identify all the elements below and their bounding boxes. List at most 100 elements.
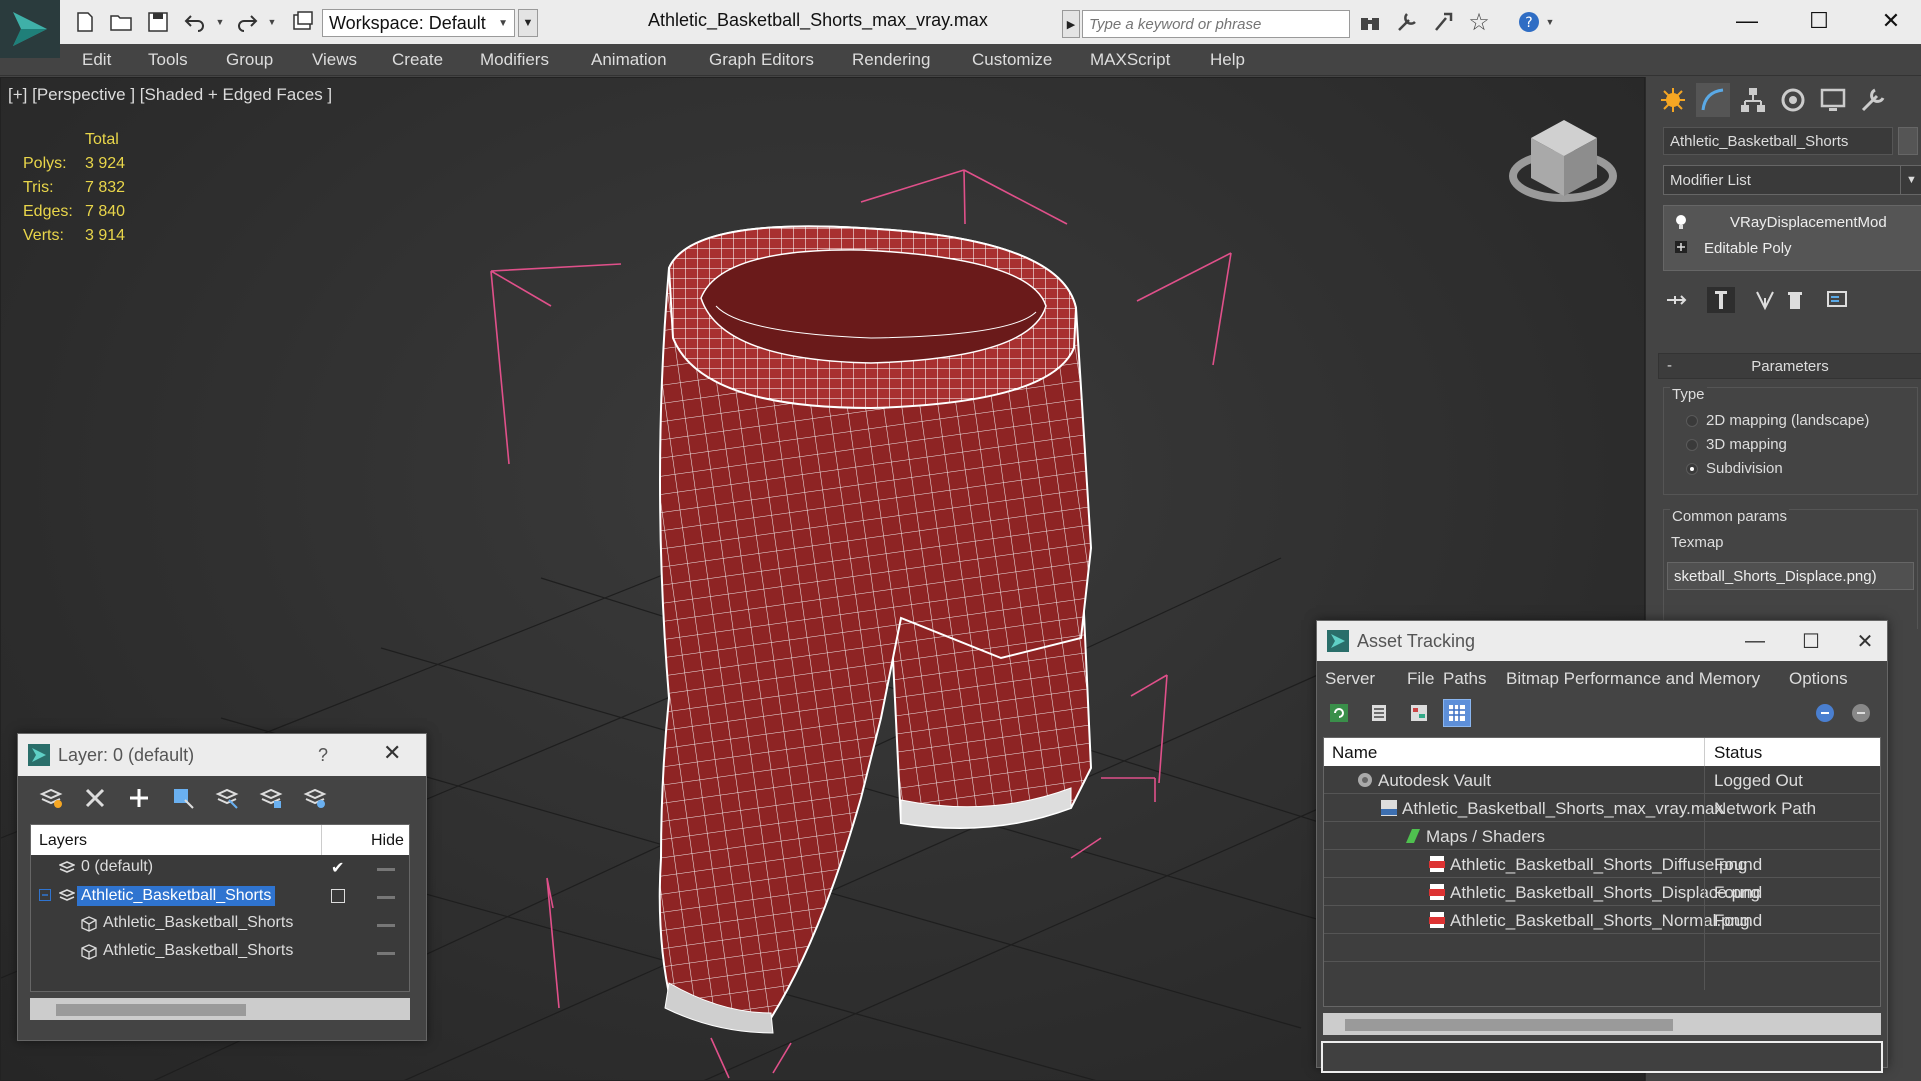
hide-toggle[interactable] <box>377 924 395 927</box>
new-file-icon[interactable] <box>72 9 98 35</box>
hide-all-layers-icon[interactable] <box>256 784 286 812</box>
motion-tab-icon[interactable] <box>1776 83 1810 117</box>
column-hide[interactable]: Hide <box>371 832 404 850</box>
hide-toggle[interactable] <box>377 896 395 899</box>
layer-row[interactable]: Athletic_Basketball_Shorts <box>31 939 409 967</box>
horizontal-scrollbar[interactable] <box>1323 1013 1881 1035</box>
column-name[interactable]: Name <box>1332 743 1377 763</box>
viewcube[interactable] <box>1509 120 1617 202</box>
freeze-all-layers-icon[interactable] <box>300 784 330 812</box>
menu-tools[interactable]: Tools <box>148 50 188 70</box>
collapse-minus-icon[interactable] <box>39 888 55 904</box>
menu-paths[interactable]: Paths <box>1443 669 1486 689</box>
delete-layer-icon[interactable] <box>80 784 110 812</box>
modifier-list-dropdown[interactable]: Modifier List ▼ <box>1663 165 1921 195</box>
redo-dropdown-icon[interactable]: ▼ <box>266 9 278 35</box>
hide-toggle[interactable] <box>377 952 395 955</box>
menu-graph-editors[interactable]: Graph Editors <box>709 50 814 70</box>
menu-animation[interactable]: Animation <box>591 50 667 70</box>
remove-modifier-icon[interactable] <box>1781 287 1809 313</box>
vault-login-icon[interactable] <box>1811 699 1839 727</box>
maximize-button[interactable]: ☐ <box>1794 4 1844 38</box>
menu-rendering[interactable]: Rendering <box>852 50 930 70</box>
project-folder-icon[interactable] <box>290 9 316 35</box>
asset-row[interactable]: Athletic_Basketball_Shorts_Diffuse.png F… <box>1324 850 1880 878</box>
search-expand-button[interactable]: ▶ <box>1062 10 1080 38</box>
scrollbar-thumb[interactable] <box>1345 1019 1673 1031</box>
display-tab-icon[interactable] <box>1816 83 1850 117</box>
star-icon[interactable]: ☆ <box>1466 9 1492 36</box>
undo-dropdown-icon[interactable]: ▼ <box>214 9 226 35</box>
list-view-icon[interactable] <box>1365 699 1393 727</box>
select-objects-icon[interactable] <box>168 784 198 812</box>
layer-row[interactable]: Athletic_Basketball_Shorts <box>31 911 409 939</box>
help-button[interactable]: ? <box>318 745 328 766</box>
scrollbar-thumb[interactable] <box>56 1004 246 1016</box>
menu-options[interactable]: Options <box>1789 669 1848 689</box>
show-end-result-icon[interactable] <box>1707 287 1735 313</box>
asset-row[interactable]: Maps / Shaders <box>1324 822 1880 850</box>
asset-row[interactable]: Athletic_Basketball_Shorts_Normal.png Fo… <box>1324 906 1880 934</box>
refresh-icon[interactable] <box>1325 699 1353 727</box>
key-icon[interactable] <box>1430 9 1456 35</box>
menu-help[interactable]: Help <box>1210 50 1245 70</box>
asset-row[interactable]: Autodesk Vault Logged Out <box>1324 766 1880 794</box>
vault-options-icon[interactable] <box>1847 699 1875 727</box>
maximize-button[interactable]: ☐ <box>1789 627 1833 655</box>
make-unique-icon[interactable] <box>1751 287 1779 313</box>
active-layer-check-icon[interactable]: ✔ <box>331 858 344 878</box>
set-active-checkbox[interactable] <box>331 889 345 903</box>
search-input[interactable] <box>1082 10 1350 38</box>
menu-modifiers[interactable]: Modifiers <box>480 50 549 70</box>
horizontal-scrollbar[interactable] <box>30 998 410 1020</box>
close-button[interactable]: ✕ <box>1866 4 1916 38</box>
column-divider[interactable] <box>1704 738 1705 766</box>
menu-server[interactable]: Server <box>1325 669 1375 689</box>
menu-bitmap-performance[interactable]: Bitmap Performance and Memory <box>1506 669 1760 689</box>
tools-icon[interactable] <box>1394 9 1420 35</box>
viewport-label[interactable]: [+] [Perspective ] [Shaded + Edged Faces… <box>8 85 332 105</box>
utilities-tab-icon[interactable] <box>1856 83 1890 117</box>
menu-maxscript[interactable]: MAXScript <box>1090 50 1170 70</box>
menu-views[interactable]: Views <box>312 50 357 70</box>
modifier-stack-item[interactable]: VRayDisplacementMod <box>1670 212 1916 234</box>
menu-group[interactable]: Group <box>226 50 273 70</box>
pin-stack-icon[interactable] <box>1663 287 1691 313</box>
column-divider[interactable] <box>321 825 322 855</box>
parameters-rollout-header[interactable]: - Parameters <box>1658 353 1921 379</box>
minimize-button[interactable]: — <box>1722 4 1772 38</box>
layer-row[interactable]: 0 (default) ✔ <box>31 855 409 883</box>
menu-edit[interactable]: Edit <box>82 50 111 70</box>
column-layers[interactable]: Layers <box>39 832 87 850</box>
help-icon[interactable]: ? <box>1516 9 1542 35</box>
create-tab-icon[interactable] <box>1656 83 1690 117</box>
help-dropdown-icon[interactable]: ▼ <box>1544 9 1556 35</box>
texmap-button[interactable]: sketball_Shorts_Displace.png) <box>1667 562 1914 590</box>
asset-tracking-titlebar[interactable]: Asset Tracking — ☐ ✕ <box>1317 621 1887 661</box>
close-button[interactable]: ✕ <box>383 740 401 766</box>
lightbulb-icon[interactable] <box>1674 214 1688 230</box>
radio-button[interactable] <box>1686 439 1698 451</box>
workspace-select[interactable]: Workspace: Default ▼ <box>322 9 515 37</box>
layer-window-titlebar[interactable]: Layer: 0 (default) ? ✕ <box>18 734 426 776</box>
open-folder-icon[interactable] <box>108 9 134 35</box>
hierarchy-tab-icon[interactable] <box>1736 83 1770 117</box>
menu-create[interactable]: Create <box>392 50 443 70</box>
save-icon[interactable] <box>145 9 171 35</box>
undo-icon[interactable] <box>182 9 208 35</box>
radio-button[interactable] <box>1686 463 1698 475</box>
highlight-layers-icon[interactable] <box>212 784 242 812</box>
workspace-menu-button[interactable]: ▼ <box>518 9 538 37</box>
column-status[interactable]: Status <box>1714 743 1762 763</box>
app-logo[interactable] <box>0 0 60 58</box>
modifier-stack-item[interactable]: Editable Poly <box>1670 238 1916 260</box>
menu-customize[interactable]: Customize <box>972 50 1052 70</box>
table-view-icon[interactable] <box>1443 699 1471 727</box>
add-to-layer-icon[interactable] <box>124 784 154 812</box>
asset-row[interactable]: Athletic_Basketball_Shorts_Displace.png … <box>1324 878 1880 906</box>
minimize-button[interactable]: — <box>1733 627 1777 655</box>
radio-button[interactable] <box>1686 415 1698 427</box>
binoculars-icon[interactable] <box>1357 9 1383 35</box>
object-color-swatch[interactable] <box>1898 127 1918 155</box>
object-name-field[interactable]: Athletic_Basketball_Shorts <box>1663 127 1893 155</box>
